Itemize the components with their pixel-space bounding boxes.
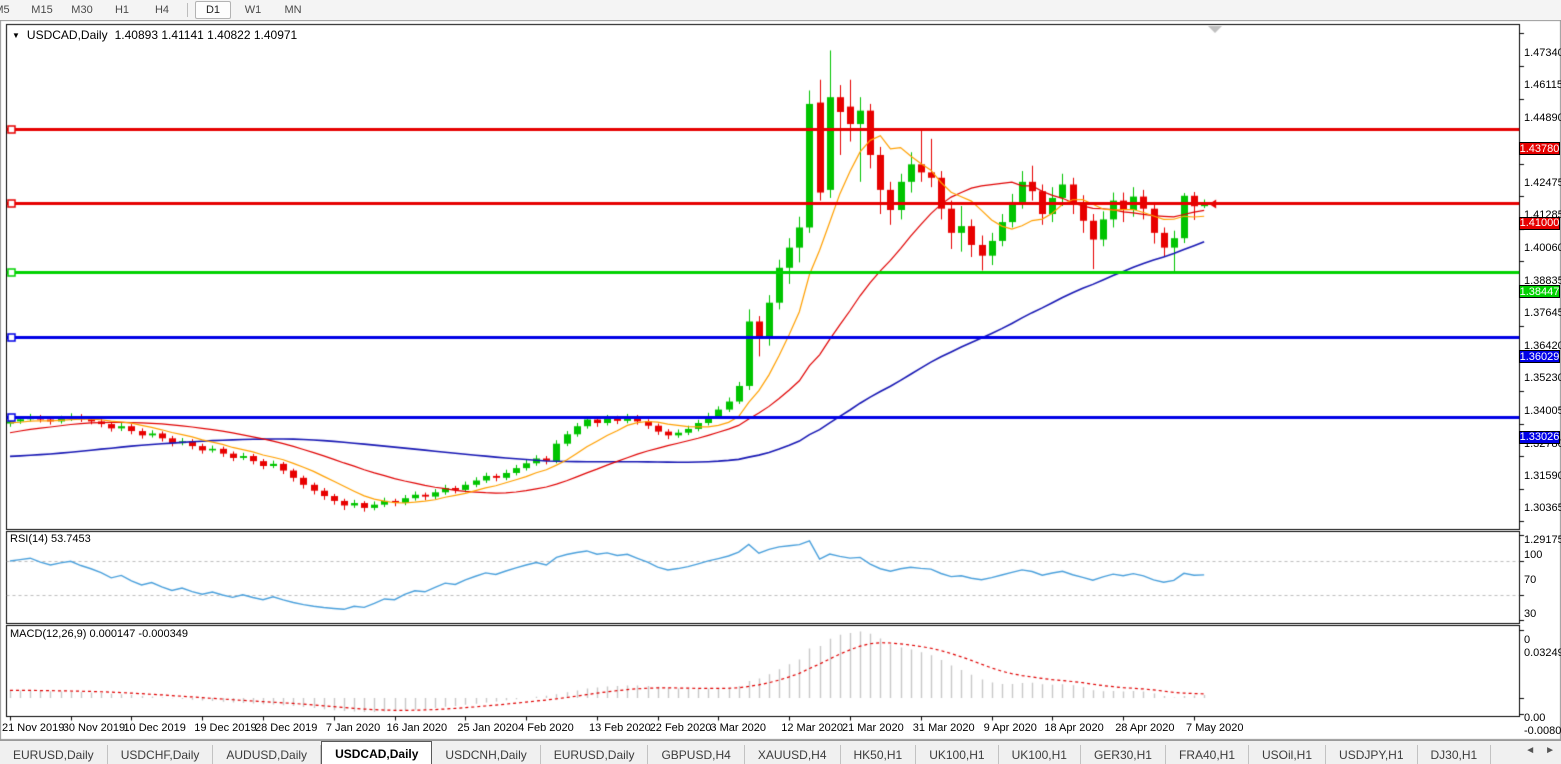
timeframe-button-m15[interactable]: M15 (24, 1, 60, 19)
symbol-tab-uk100-9[interactable]: UK100,H1 (916, 745, 998, 764)
date-axis-label: 28 Apr 2020 (1115, 722, 1174, 734)
symbol-tab-dj30-15[interactable]: DJ30,H1 (1418, 745, 1492, 764)
symbol-tab-usoil-13[interactable]: USOil,H1 (1249, 745, 1326, 764)
price-axis-label: 1.29175 (1524, 534, 1561, 546)
symbol-tab-usdcnh-4[interactable]: USDCNH,Daily (432, 745, 540, 764)
macd-axis-label: -0.00808 (1524, 725, 1561, 737)
ohlc-toggle-icon[interactable]: ▼ (12, 31, 20, 40)
tab-scroll-left-icon[interactable]: ◄ (1525, 745, 1535, 756)
price-axis-label: 1.35230 (1524, 372, 1561, 384)
timeframe-button-mn[interactable]: MN (275, 1, 311, 19)
symbol-tab-usdchf-1[interactable]: USDCHF,Daily (108, 745, 214, 764)
symbol-tab-hk50-8[interactable]: HK50,H1 (841, 745, 917, 764)
chart-title: ▼ USDCAD,Daily 1.40893 1.41141 1.40822 1… (12, 28, 297, 42)
timeframe-button-h1[interactable]: H1 (104, 1, 140, 19)
hline-price-badge: 1.33026 (1519, 431, 1560, 444)
symbol-tab-xauusd-7[interactable]: XAUUSD,H4 (745, 745, 841, 764)
timeframe-button-h4[interactable]: H4 (144, 1, 180, 19)
chart-window: ▼ USDCAD,Daily 1.40893 1.41141 1.40822 1… (0, 20, 1561, 740)
symbol-tab-ger30-11[interactable]: GER30,H1 (1081, 745, 1166, 764)
rsi-indicator-label: RSI(14) 53.7453 (10, 533, 91, 545)
symbol-tab-audusd-2[interactable]: AUDUSD,Daily (213, 745, 321, 764)
timeframe-button-m30[interactable]: M30 (64, 1, 100, 19)
toolbar-divider (187, 3, 188, 17)
date-axis-label: 9 Apr 2020 (984, 722, 1037, 734)
date-axis-label: 28 Dec 2019 (255, 722, 317, 734)
symbol-tab-usdcad-3[interactable]: USDCAD,Daily (321, 741, 432, 764)
symbol-tab-fra40-12[interactable]: FRA40,H1 (1166, 745, 1249, 764)
date-axis-label: 16 Jan 2020 (387, 722, 448, 734)
rsi-axis-label: 0 (1524, 634, 1530, 646)
hline-price-badge: 1.41000 (1519, 217, 1560, 230)
date-axis-label: 4 Feb 2020 (518, 722, 574, 734)
date-axis-label: 31 Mar 2020 (913, 722, 975, 734)
tab-nav-arrows: ◄ ► (1525, 745, 1555, 756)
symbol-tab-bar: EURUSD,DailyUSDCHF,DailyAUDUSD,DailyUSDC… (0, 740, 1561, 764)
timeframe-button-d1[interactable]: D1 (195, 1, 231, 19)
symbol-tab-eurusd-5[interactable]: EURUSD,Daily (541, 745, 649, 764)
date-axis-label: 3 Mar 2020 (710, 722, 766, 734)
date-axis-label: 21 Nov 2019 (2, 722, 64, 734)
price-chart-canvas[interactable] (0, 20, 1561, 740)
price-axis-label: 1.31590 (1524, 470, 1561, 482)
rsi-axis-label: 70 (1524, 574, 1536, 586)
date-axis-label: 30 Nov 2019 (63, 722, 125, 734)
macd-axis-label: 0.00 (1524, 712, 1545, 724)
macd-axis-label: 0.032493 (1524, 647, 1561, 659)
hline-price-badge: 1.38447 (1519, 285, 1560, 298)
date-axis-label: 25 Jan 2020 (457, 722, 518, 734)
price-axis-label: 1.40060 (1524, 242, 1561, 254)
date-axis-label: 7 May 2020 (1186, 722, 1243, 734)
price-axis-label: 1.46115 (1524, 79, 1561, 91)
date-axis-label: 21 Mar 2020 (842, 722, 904, 734)
rsi-axis-label: 30 (1524, 608, 1536, 620)
price-axis-label: 1.47340 (1524, 47, 1561, 59)
date-axis-label: 7 Jan 2020 (326, 722, 380, 734)
symbol-tab-gbpusd-6[interactable]: GBPUSD,H4 (648, 745, 744, 764)
date-axis-label: 22 Feb 2020 (650, 722, 712, 734)
rsi-axis-label: 100 (1524, 549, 1542, 561)
date-axis-label: 19 Dec 2019 (194, 722, 256, 734)
timeframe-button-w1[interactable]: W1 (235, 1, 271, 19)
price-axis-label: 1.44890 (1524, 112, 1561, 124)
date-axis-label: 10 Dec 2019 (123, 722, 185, 734)
price-axis-label: 1.42475 (1524, 177, 1561, 189)
hline-price-badge: 1.43780 (1519, 142, 1560, 155)
timeframe-toolbar: M5M15M30H1H4 D1W1MN (0, 0, 1561, 21)
chart-ohlc-values: 1.40893 1.41141 1.40822 1.40971 (115, 28, 298, 42)
timeframe-button-m5[interactable]: M5 (0, 1, 20, 19)
price-axis-label: 1.30365 (1524, 502, 1561, 514)
price-axis-label: 1.34005 (1524, 405, 1561, 417)
date-axis-label: 18 Apr 2020 (1044, 722, 1103, 734)
date-axis-label: 13 Feb 2020 (589, 722, 651, 734)
mt4-terminal-window: M5M15M30H1H4 D1W1MN ▼ USDCAD,Daily 1.4089… (0, 0, 1561, 764)
macd-indicator-label: MACD(12,26,9) 0.000147 -0.000349 (10, 628, 188, 640)
symbol-tab-eurusd-0[interactable]: EURUSD,Daily (0, 745, 108, 764)
symbol-tab-uk100-10[interactable]: UK100,H1 (999, 745, 1081, 764)
chart-symbol-label: USDCAD,Daily (27, 28, 108, 42)
symbol-tab-usdjpy-14[interactable]: USDJPY,H1 (1326, 745, 1417, 764)
tab-scroll-right-icon[interactable]: ► (1545, 745, 1555, 756)
date-axis-label: 12 Mar 2020 (781, 722, 843, 734)
price-axis-label: 1.37645 (1524, 307, 1561, 319)
hline-price-badge: 1.36029 (1519, 350, 1560, 363)
